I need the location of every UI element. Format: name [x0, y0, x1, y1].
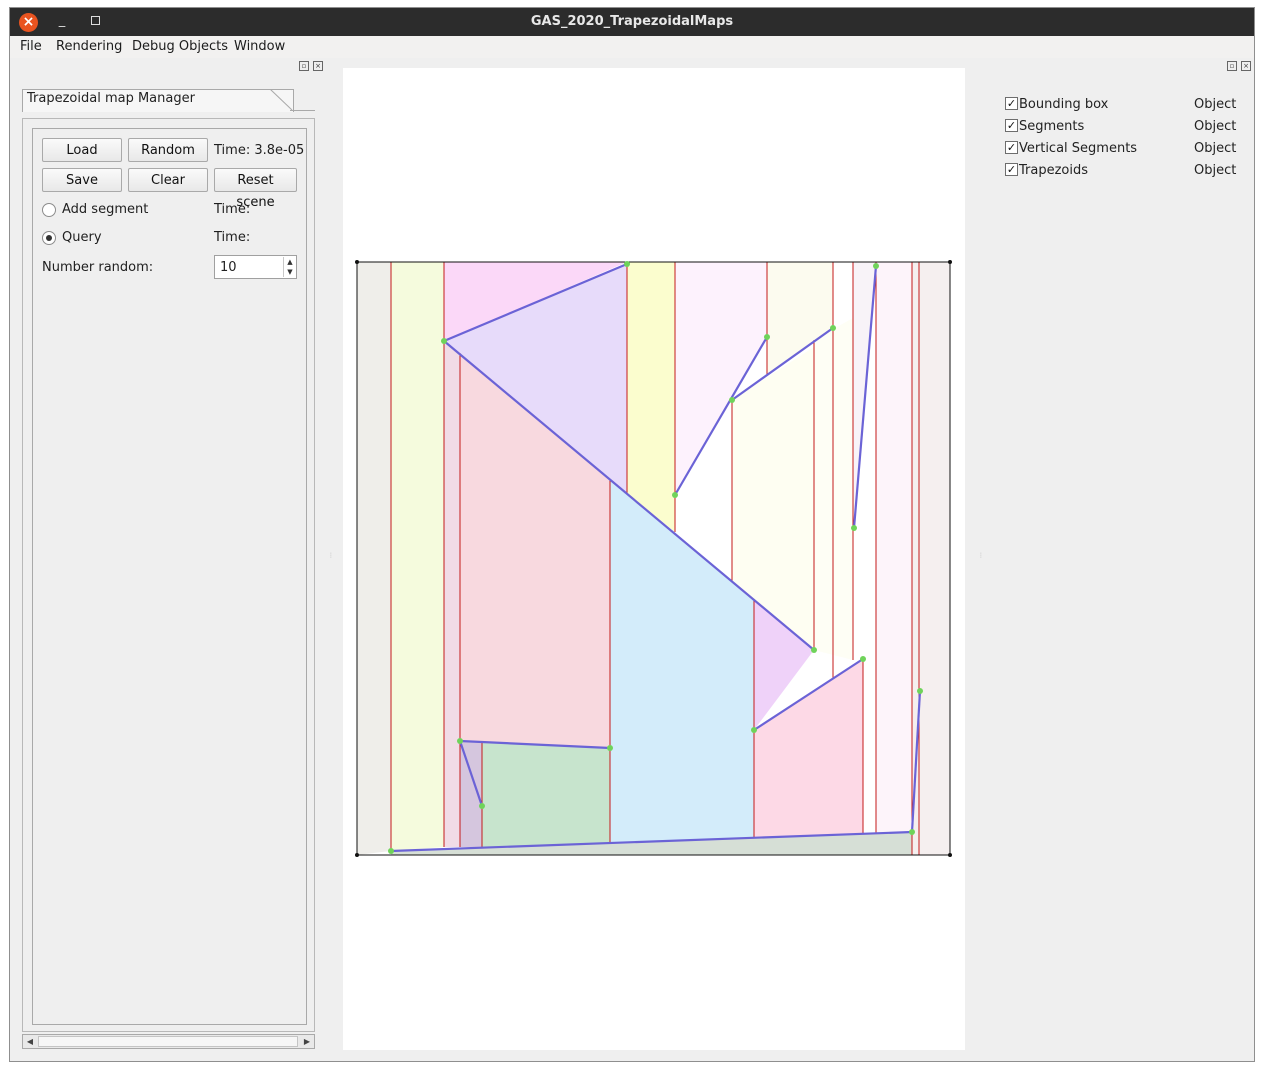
- menu-debug-objects[interactable]: Debug Objects: [132, 37, 228, 57]
- endpoint[interactable]: [388, 848, 394, 854]
- dock-close-icon-right[interactable]: ×: [1241, 61, 1251, 71]
- corner-point: [948, 260, 952, 264]
- trapezoid: [912, 262, 950, 855]
- add-segment-label[interactable]: Add segment: [62, 202, 148, 217]
- dock-float-icon[interactable]: ▫: [299, 61, 309, 71]
- tab-label: Trapezoidal map Manager: [27, 91, 195, 106]
- endpoint[interactable]: [860, 656, 866, 662]
- clear-button[interactable]: Clear: [128, 168, 208, 192]
- time-readout: Time: 3.8e-05: [214, 143, 305, 158]
- endpoint[interactable]: [457, 738, 463, 744]
- reset-scene-button[interactable]: Reset scene: [214, 168, 297, 210]
- number-random-value: 10: [220, 260, 237, 275]
- trapezoids: [357, 262, 950, 855]
- object-type: Object: [1194, 97, 1237, 112]
- endpoint[interactable]: [851, 525, 857, 531]
- minimize-icon[interactable]: _: [55, 12, 69, 30]
- endpoint[interactable]: [607, 745, 613, 751]
- window-title: GAS_2020_TrapezoidalMaps: [530, 14, 734, 29]
- scroll-left-icon[interactable]: ◀: [23, 1035, 37, 1048]
- trapezoid: [444, 341, 460, 847]
- trapezoid: [482, 742, 610, 847]
- endpoint[interactable]: [811, 647, 817, 653]
- query-radio[interactable]: [42, 231, 56, 245]
- bounding-box-checkbox[interactable]: ✓: [1005, 97, 1018, 110]
- query-radio-dot: [46, 235, 52, 241]
- corner-point: [355, 853, 359, 857]
- trapezoid: [357, 262, 391, 855]
- endpoint[interactable]: [441, 338, 447, 344]
- endpoint[interactable]: [479, 803, 485, 809]
- trapezoids-checkbox[interactable]: ✓: [1005, 163, 1018, 176]
- endpoint[interactable]: [764, 334, 770, 340]
- left-splitter-handle[interactable]: ⋮: [328, 552, 334, 568]
- segments-checkbox[interactable]: ✓: [1005, 119, 1018, 132]
- spin-down-icon[interactable]: ▼: [283, 267, 296, 277]
- add-segment-time: Time:: [214, 202, 251, 217]
- dock-float-icon-right[interactable]: ▫: [1227, 61, 1237, 71]
- maximize-icon[interactable]: [91, 16, 100, 25]
- menu-file[interactable]: File: [20, 37, 42, 57]
- endpoint[interactable]: [624, 261, 630, 267]
- right-splitter-handle[interactable]: ⋮: [978, 552, 984, 568]
- number-random-label: Number random:: [42, 260, 154, 275]
- trapezoid: [627, 262, 675, 532]
- tab-underline: [290, 110, 315, 111]
- query-label[interactable]: Query: [62, 230, 102, 245]
- load-button[interactable]: Load: [42, 138, 122, 162]
- endpoint[interactable]: [751, 727, 757, 733]
- scroll-right-icon[interactable]: ▶: [300, 1035, 314, 1048]
- tab-corner-decoration: [270, 89, 293, 111]
- drawing-canvas[interactable]: [343, 68, 965, 1050]
- random-button[interactable]: Random: [128, 138, 208, 162]
- corner-point: [355, 260, 359, 264]
- menu-rendering[interactable]: Rendering: [56, 37, 122, 57]
- query-time: Time:: [214, 230, 251, 245]
- corner-point: [948, 853, 952, 857]
- scrollbar-handle[interactable]: [38, 1036, 298, 1047]
- object-type: Object: [1194, 141, 1237, 156]
- endpoint[interactable]: [830, 325, 836, 331]
- add-segment-radio[interactable]: [42, 203, 56, 217]
- object-name[interactable]: Segments: [1019, 119, 1084, 134]
- trapezoid: [876, 262, 912, 833]
- object-name[interactable]: Trapezoids: [1019, 163, 1088, 178]
- close-icon[interactable]: ×: [19, 13, 38, 32]
- endpoint[interactable]: [729, 397, 735, 403]
- vertical-segments-checkbox[interactable]: ✓: [1005, 141, 1018, 154]
- spin-up-icon[interactable]: ▲: [283, 257, 296, 267]
- endpoint[interactable]: [873, 263, 879, 269]
- object-name[interactable]: Bounding box: [1019, 97, 1108, 112]
- object-name[interactable]: Vertical Segments: [1019, 141, 1137, 156]
- object-type: Object: [1194, 163, 1237, 178]
- dock-close-icon[interactable]: ×: [313, 61, 323, 71]
- endpoint[interactable]: [917, 688, 923, 694]
- trapezoid: [391, 262, 444, 851]
- endpoint[interactable]: [672, 492, 678, 498]
- save-button[interactable]: Save: [42, 168, 122, 192]
- menu-window[interactable]: Window: [234, 37, 285, 57]
- endpoint[interactable]: [909, 829, 915, 835]
- object-type: Object: [1194, 119, 1237, 134]
- trapezoidal-map-drawing[interactable]: [343, 68, 965, 1050]
